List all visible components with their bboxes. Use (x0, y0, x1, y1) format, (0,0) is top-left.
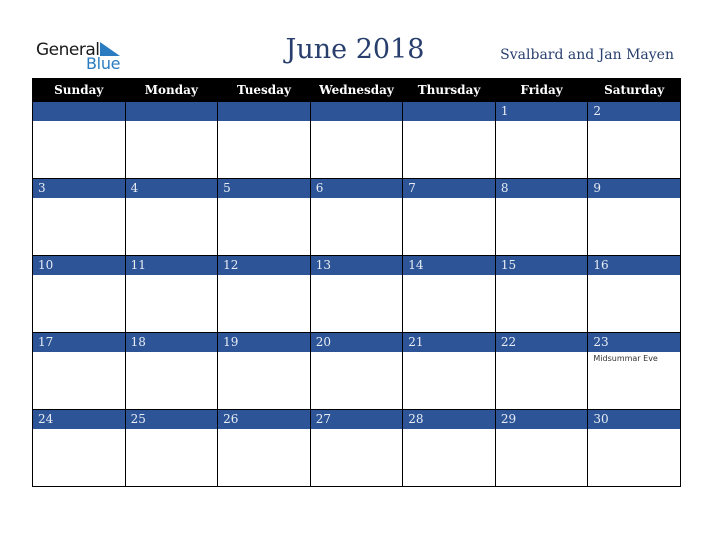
weekday-header: Wednesday (309, 78, 404, 102)
day-cell[interactable]: 13 (309, 255, 404, 333)
region-label: Svalbard and Jan Mayen (500, 47, 674, 63)
day-number (33, 102, 125, 121)
weekday-header: Friday (494, 78, 589, 102)
day-cell[interactable] (32, 101, 126, 179)
day-number: 10 (33, 256, 125, 275)
day-cell[interactable]: 26 (217, 409, 311, 487)
day-number: 2 (588, 102, 680, 121)
day-number: 1 (495, 102, 588, 121)
day-number: 8 (495, 179, 588, 198)
day-cell[interactable]: 22 (494, 332, 589, 410)
day-number: 7 (403, 179, 495, 198)
day-number (125, 102, 218, 121)
day-cell[interactable]: 15 (494, 255, 589, 333)
week-row: 17 18 19 20 21 22 23 Midsummar Eve (32, 332, 681, 410)
day-number: 14 (403, 256, 495, 275)
day-number: 13 (310, 256, 403, 275)
day-number: 26 (218, 410, 310, 429)
weekday-header: Tuesday (217, 78, 311, 102)
day-cell[interactable]: 18 (124, 332, 219, 410)
day-cell[interactable] (402, 101, 496, 179)
day-number: 17 (33, 333, 125, 352)
day-number: 3 (33, 179, 125, 198)
logo-text-blue: Blue (86, 54, 121, 73)
day-number: 15 (495, 256, 588, 275)
day-cell[interactable]: 2 (587, 101, 681, 179)
day-cell[interactable]: 1 (494, 101, 589, 179)
calendar-grid: Sunday Monday Tuesday Wednesday Thursday… (32, 78, 681, 487)
day-cell[interactable]: 23 Midsummar Eve (587, 332, 681, 410)
day-number: 25 (125, 410, 218, 429)
weekday-header: Saturday (587, 78, 681, 102)
day-cell[interactable]: 27 (309, 409, 404, 487)
day-cell[interactable]: 3 (32, 178, 126, 256)
day-number (218, 102, 310, 121)
day-number: 12 (218, 256, 310, 275)
day-cell[interactable]: 8 (494, 178, 589, 256)
day-cell[interactable]: 10 (32, 255, 126, 333)
week-row: 24 25 26 27 28 29 30 (32, 409, 681, 487)
week-row: 12 (32, 101, 681, 179)
day-number: 5 (218, 179, 310, 198)
day-cell[interactable]: 7 (402, 178, 496, 256)
day-cell[interactable] (124, 101, 219, 179)
holiday-label: Midsummar Eve (593, 354, 658, 363)
weekday-header: Sunday (32, 78, 126, 102)
day-cell[interactable]: 24 (32, 409, 126, 487)
day-cell[interactable] (309, 101, 404, 179)
day-number: 11 (125, 256, 218, 275)
day-cell[interactable] (217, 101, 311, 179)
week-row: 3456789 (32, 178, 681, 256)
day-cell[interactable]: 17 (32, 332, 126, 410)
day-number: 18 (125, 333, 218, 352)
day-number: 28 (403, 410, 495, 429)
page-title: June 2018 (285, 34, 425, 65)
weekday-header-row: Sunday Monday Tuesday Wednesday Thursday… (32, 78, 681, 102)
day-cell[interactable]: 28 (402, 409, 496, 487)
day-number (310, 102, 403, 121)
day-number: 19 (218, 333, 310, 352)
day-cell[interactable]: 20 (309, 332, 404, 410)
day-number: 24 (33, 410, 125, 429)
day-number: 22 (495, 333, 588, 352)
day-cell[interactable]: 11 (124, 255, 219, 333)
day-cell[interactable]: 6 (309, 178, 404, 256)
week-row: 10 11 12 13 14 15 16 (32, 255, 681, 333)
day-number: 21 (403, 333, 495, 352)
day-cell[interactable]: 19 (217, 332, 311, 410)
day-cell[interactable]: 14 (402, 255, 496, 333)
day-number: 20 (310, 333, 403, 352)
day-number: 4 (125, 179, 218, 198)
day-cell[interactable]: 9 (587, 178, 681, 256)
day-number: 27 (310, 410, 403, 429)
day-cell[interactable]: 12 (217, 255, 311, 333)
day-cell[interactable]: 21 (402, 332, 496, 410)
day-cell[interactable]: 30 (587, 409, 681, 487)
day-number: 16 (588, 256, 680, 275)
logo: General Blue (36, 40, 126, 74)
day-number: 29 (495, 410, 588, 429)
day-cell[interactable]: 29 (494, 409, 589, 487)
day-number (403, 102, 495, 121)
day-number: 23 (588, 333, 680, 352)
weekday-header: Monday (124, 78, 219, 102)
day-number: 9 (588, 179, 680, 198)
day-cell[interactable]: 16 (587, 255, 681, 333)
day-number: 6 (310, 179, 403, 198)
day-cell[interactable]: 25 (124, 409, 219, 487)
weekday-header: Thursday (402, 78, 496, 102)
day-number: 30 (588, 410, 680, 429)
day-cell[interactable]: 5 (217, 178, 311, 256)
day-cell[interactable]: 4 (124, 178, 219, 256)
